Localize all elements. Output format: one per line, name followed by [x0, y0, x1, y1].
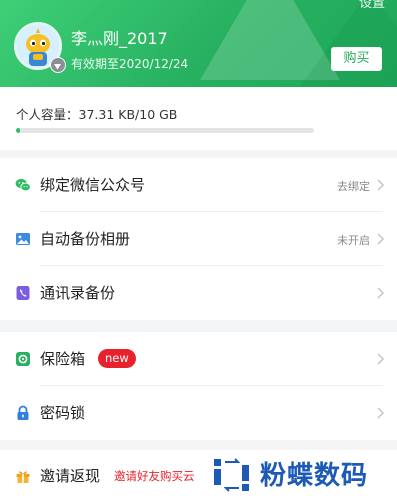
storage-progress-fill — [16, 128, 21, 133]
chevron-right-icon — [377, 179, 385, 191]
menu-label: 通讯录备份 — [40, 284, 116, 302]
buy-button[interactable]: 购买 — [331, 47, 382, 71]
invite-promo-text: 邀请好友购买云 — [114, 469, 195, 483]
safe-icon — [16, 352, 30, 366]
username: 李灬刚_2017 — [71, 29, 168, 48]
storage-progress-bar — [16, 128, 314, 133]
menu-item-password-lock[interactable]: 密码锁 — [0, 386, 397, 440]
backup-status: 未开启 — [337, 234, 370, 247]
watermark-logo-icon — [214, 458, 249, 492]
chevron-right-icon — [377, 407, 385, 419]
header-decoration — [290, 0, 397, 87]
chevron-right-icon — [377, 233, 385, 245]
settings-link[interactable]: 设置 — [359, 0, 385, 11]
album-icon — [16, 233, 30, 245]
section-gap — [0, 320, 397, 332]
bind-status: 去绑定 — [337, 180, 370, 193]
lock-icon — [17, 405, 29, 420]
menu-item-contacts-backup[interactable]: 通讯录备份 — [0, 266, 397, 320]
gift-icon — [16, 471, 30, 483]
menu-label: 保险箱 — [40, 350, 86, 368]
membership-expiry: 有效期至2020/12/24 — [71, 57, 189, 71]
menu-item-auto-backup-album[interactable]: 自动备份相册 未开启 — [0, 212, 397, 266]
menu-label: 密码锁 — [40, 404, 86, 422]
contacts-icon — [16, 286, 30, 300]
watermark-text: 粉蝶数码 — [260, 461, 369, 491]
menu-label: 自动备份相册 — [40, 230, 131, 248]
section-gap — [0, 150, 397, 158]
menu-label: 邀请返现 — [40, 467, 101, 485]
storage-capacity-label: 个人容量：37.31 KB/10 GB — [16, 107, 178, 122]
menu-item-safe-box[interactable]: 保险箱 new — [0, 332, 397, 386]
storage-section: 个人容量：37.31 KB/10 GB — [0, 87, 397, 150]
vip-badge-icon — [50, 57, 66, 73]
watermark: 粉蝶数码 — [207, 449, 397, 500]
menu-item-bind-wechat[interactable]: 绑定微信公众号 去绑定 — [0, 158, 397, 212]
chevron-right-icon — [377, 287, 385, 299]
menu-label: 绑定微信公众号 — [40, 176, 146, 194]
wechat-icon — [15, 178, 31, 192]
chevron-right-icon — [377, 353, 385, 365]
account-header: 设置 李灬刚_2017 有效期至2020/12/24 购买 — [0, 0, 397, 87]
new-badge: new — [98, 349, 136, 368]
